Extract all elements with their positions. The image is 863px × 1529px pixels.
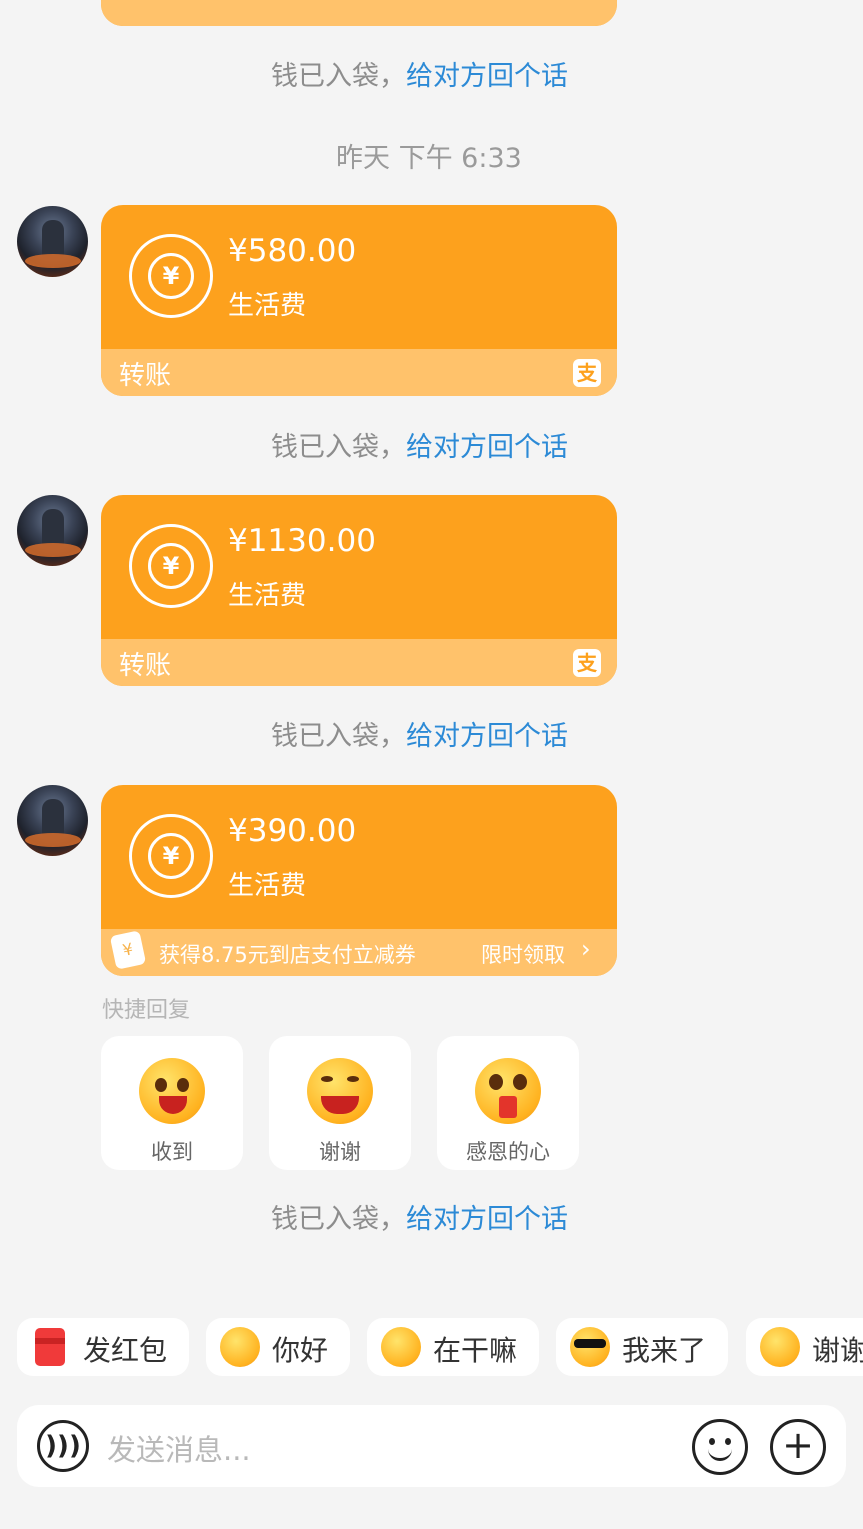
quick-reply-thanks[interactable]: 谢谢 — [269, 1036, 411, 1170]
message-input[interactable]: 发送消息... — [107, 1427, 251, 1469]
chevron-right-icon: › — [581, 935, 591, 963]
chip-label: 我来了 — [622, 1334, 707, 1367]
transfer-card[interactable]: ¥ ¥580.00 生活费 转账 支 — [101, 205, 617, 396]
chip-label: 你好 — [272, 1334, 329, 1367]
transfer-coin-icon: ¥ — [129, 814, 213, 898]
avatar[interactable] — [17, 495, 88, 566]
quick-reply-label: 收到 — [151, 1140, 193, 1164]
chip-label: 在干嘛 — [433, 1334, 518, 1367]
red-envelope-icon — [35, 1328, 65, 1366]
avatar[interactable] — [17, 785, 88, 856]
chip-label: 发红包 — [83, 1334, 168, 1367]
reply-link[interactable]: 给对方回个话 — [406, 1204, 568, 1235]
emoji-icon[interactable] — [692, 1419, 748, 1475]
thanks-emoji-icon — [760, 1327, 800, 1367]
transfer-footer-label: 转账 — [119, 651, 172, 681]
timestamp: 昨天 下午 6:33 — [336, 143, 522, 174]
plus-icon[interactable]: + — [770, 1419, 826, 1475]
quick-reply-title: 快捷回复 — [102, 998, 191, 1023]
ok-emoji-icon — [139, 1058, 205, 1124]
transfer-amount: ¥1130.00 — [228, 523, 376, 559]
chip-thanks[interactable]: 谢谢 — [746, 1318, 863, 1376]
message-input-bar: ))) 发送消息... + — [17, 1405, 846, 1487]
chip-label: 谢谢 — [812, 1334, 863, 1367]
transfer-memo: 生活费 — [228, 581, 307, 611]
alipay-icon: 支 — [573, 359, 601, 387]
transfer-coin-icon: ¥ — [129, 524, 213, 608]
transfer-card-footer: 转账 支 — [101, 0, 617, 26]
chip-what-doing[interactable]: 在干嘛 — [367, 1318, 539, 1376]
transfer-card-partial[interactable]: 转账 支 — [101, 0, 617, 26]
received-notice: 钱已入袋，给对方回个话 — [271, 721, 568, 752]
reply-link[interactable]: 给对方回个话 — [406, 432, 568, 463]
received-notice: 钱已入袋，给对方回个话 — [271, 61, 568, 92]
promo-footer[interactable]: ¥ 获得8.75元到店支付立减券 限时领取 › — [101, 929, 617, 976]
transfer-card[interactable]: ¥ ¥1130.00 生活费 转账 支 — [101, 495, 617, 686]
voice-icon[interactable]: ))) — [37, 1420, 89, 1472]
transfer-memo: 生活费 — [228, 291, 307, 321]
hello-emoji-icon — [220, 1327, 260, 1367]
reply-link[interactable]: 给对方回个话 — [406, 721, 568, 752]
received-notice: 钱已入袋，给对方回个话 — [271, 432, 568, 463]
reply-link[interactable]: 给对方回个话 — [406, 61, 568, 92]
laughing-emoji-icon — [307, 1058, 373, 1124]
promo-action[interactable]: 限时领取 — [481, 939, 565, 969]
transfer-card-footer: 转账 支 — [101, 639, 617, 686]
transfer-coin-icon: ¥ — [129, 234, 213, 318]
chip-coming[interactable]: 我来了 — [556, 1318, 728, 1376]
transfer-card[interactable]: ¥ ¥390.00 生活费 ¥ 获得8.75元到店支付立减券 限时领取 › — [101, 785, 617, 976]
chip-red-envelope[interactable]: 发红包 — [17, 1318, 189, 1376]
transfer-footer-label: 转账 — [119, 0, 171, 3]
alipay-icon: 支 — [573, 649, 601, 677]
avatar[interactable] — [17, 206, 88, 277]
transfer-footer-label: 转账 — [119, 361, 172, 391]
sunglasses-emoji-icon — [570, 1327, 610, 1367]
quick-reply-received[interactable]: 收到 — [101, 1036, 243, 1170]
transfer-memo: 生活费 — [228, 871, 307, 901]
quick-reply-grateful[interactable]: 感恩的心 — [437, 1036, 579, 1170]
quick-reply-label: 谢谢 — [319, 1140, 361, 1164]
transfer-card-footer: 转账 支 — [101, 349, 617, 396]
chip-hello[interactable]: 你好 — [206, 1318, 350, 1376]
transfer-amount: ¥390.00 — [228, 813, 357, 849]
promo-text: 获得8.75元到店支付立减券 — [159, 943, 416, 967]
received-notice: 钱已入袋，给对方回个话 — [271, 1204, 568, 1235]
coupon-icon: ¥ — [109, 930, 147, 970]
transfer-amount: ¥580.00 — [228, 233, 357, 269]
quick-reply-label: 感恩的心 — [466, 1140, 550, 1164]
what-doing-emoji-icon — [381, 1327, 421, 1367]
grateful-emoji-icon — [475, 1058, 541, 1124]
